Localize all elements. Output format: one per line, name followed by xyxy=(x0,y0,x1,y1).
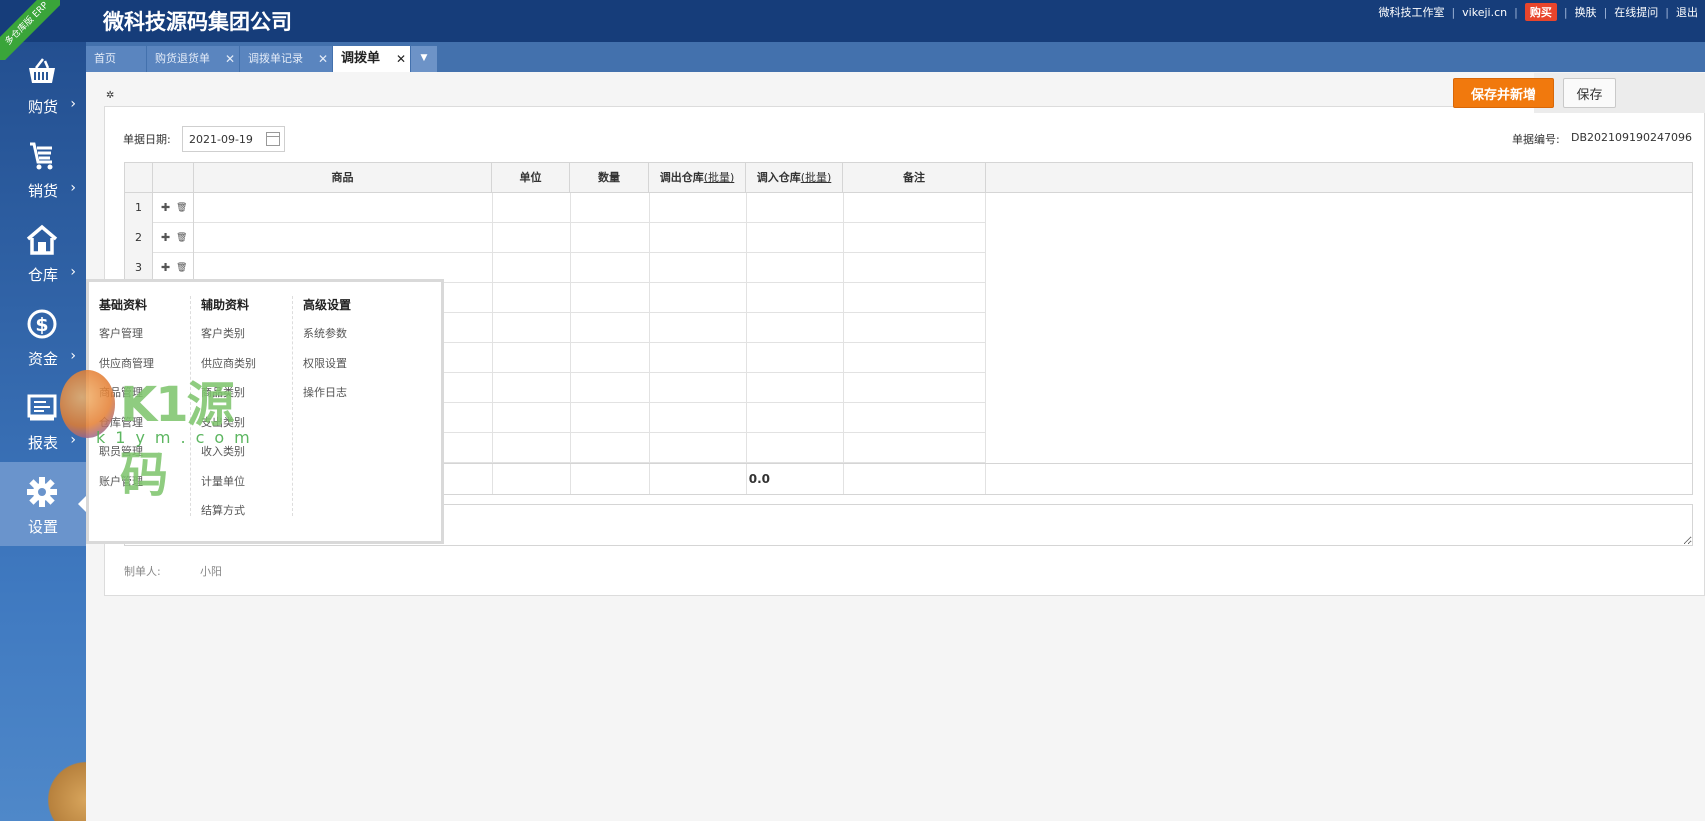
chevron-right-icon: › xyxy=(70,432,76,448)
studio-link[interactable]: 微科技工作室 xyxy=(1371,4,1451,20)
table-row[interactable]: 1 ✚ 🗑 xyxy=(125,193,985,223)
close-icon[interactable]: ✕ xyxy=(225,46,235,72)
add-row-icon[interactable]: ✚ xyxy=(161,193,170,223)
menu-item-warehouses[interactable]: 仓库管理 xyxy=(99,414,199,444)
date-value: 2021-09-19 xyxy=(189,133,253,146)
skin-link[interactable]: 换肤 xyxy=(1568,4,1604,20)
warehouse-icon xyxy=(26,224,58,255)
chevron-down-icon[interactable]: ▼ xyxy=(411,46,437,72)
chevron-right-icon: › xyxy=(70,96,76,112)
tab-label: 调拨单记录 xyxy=(248,52,303,65)
menu-group-title: 基础资料 xyxy=(99,298,148,312)
menu-item-goods[interactable]: 商品管理 xyxy=(99,384,199,414)
menu-item-units[interactable]: 计量单位 xyxy=(201,473,301,503)
menu-item-staff[interactable]: 职员管理 xyxy=(99,443,199,473)
save-button[interactable]: 保存 xyxy=(1563,78,1616,108)
close-icon[interactable]: ✕ xyxy=(318,46,328,72)
sidebar-item-sales[interactable]: 销货 › xyxy=(0,126,86,210)
menu-group-advanced: 高级设置 系统参数 权限设置 操作日志 xyxy=(303,296,403,414)
basket-icon xyxy=(29,58,55,83)
top-links: 微科技工作室 | vikeji.cn | 购买 | 换肤 | 在线提问 | 退出 xyxy=(1371,3,1705,21)
col-qty: 数量 xyxy=(570,163,649,192)
grid-header: 商品 单位 数量 调出仓库(批量) 调入仓库(批量) 备注 xyxy=(125,163,1692,193)
row-number: 2 xyxy=(125,223,153,253)
chevron-right-icon: › xyxy=(70,348,76,364)
tab-transfer-order[interactable]: 调拨单 ✕ xyxy=(333,46,410,72)
tab-label: 购货退货单 xyxy=(155,52,210,65)
menu-item-permissions[interactable]: 权限设置 xyxy=(303,355,403,385)
edition-ribbon: 多仓库版 ERP xyxy=(0,0,60,60)
top-header: 微科技源码集团公司 微科技工作室 | vikeji.cn | 购买 | 换肤 |… xyxy=(0,0,1705,42)
buy-button[interactable]: 购买 xyxy=(1524,3,1557,21)
ask-link[interactable]: 在线提问 xyxy=(1607,4,1665,20)
menu-group-aux: 辅助资料 客户类别 供应商类别 商品类别 支出类别 收入类别 计量单位 结算方式 xyxy=(201,296,301,532)
row-number: 1 xyxy=(125,193,153,223)
menu-item-customer-types[interactable]: 客户类别 xyxy=(201,325,301,355)
date-input[interactable]: 2021-09-19 xyxy=(182,126,285,152)
gear-icon xyxy=(27,477,57,507)
doc-number-label: 单据编号: xyxy=(1512,133,1560,146)
save-and-new-button[interactable]: 保存并新增 xyxy=(1453,78,1554,108)
dollar-icon: $ xyxy=(27,309,57,339)
tab-home[interactable]: 首页 xyxy=(86,46,146,72)
menu-item-expense-types[interactable]: 支出类别 xyxy=(201,414,301,444)
cart-icon xyxy=(30,142,53,170)
company-name: 微科技源码集团公司 xyxy=(103,10,292,34)
sidebar-item-funds[interactable]: $ 资金 › xyxy=(0,294,86,378)
menu-item-accounts[interactable]: 账户管理 xyxy=(99,473,199,503)
maker-label: 制单人: xyxy=(124,565,161,578)
batch-link[interactable]: (批量) xyxy=(801,171,832,184)
add-row-icon[interactable]: ✚ xyxy=(161,223,170,253)
sidebar-item-warehouse[interactable]: 仓库 › xyxy=(0,210,86,294)
tab-label: 首页 xyxy=(94,52,116,65)
menu-item-system-params[interactable]: 系统参数 xyxy=(303,325,403,355)
menu-item-goods-types[interactable]: 商品类别 xyxy=(201,384,301,414)
menu-item-supplier-types[interactable]: 供应商类别 xyxy=(201,355,301,385)
menu-item-operation-log[interactable]: 操作日志 xyxy=(303,384,403,414)
col-goods: 商品 xyxy=(194,163,492,192)
menu-item-suppliers[interactable]: 供应商管理 xyxy=(99,355,199,385)
calendar-icon[interactable] xyxy=(266,132,280,146)
menu-group-basic: 基础资料 客户管理 供应商管理 商品管理 仓库管理 职员管理 账户管理 xyxy=(99,296,199,502)
tab-bar: 首页 购货退货单 ✕ 调拨单记录 ✕ 调拨单 ✕ ▼ xyxy=(86,42,1705,72)
sidebar-item-settings[interactable]: 设置 xyxy=(0,462,86,546)
chevron-right-icon: › xyxy=(70,180,76,196)
report-icon xyxy=(27,394,57,421)
trash-icon[interactable]: 🗑 xyxy=(176,193,187,223)
doc-number-value: DB202109190247096 xyxy=(1571,131,1692,144)
close-icon[interactable]: ✕ xyxy=(396,46,406,72)
site-link[interactable]: vikeji.cn xyxy=(1455,6,1514,19)
menu-group-title: 高级设置 xyxy=(303,298,352,312)
chevron-right-icon: › xyxy=(70,264,76,280)
tab-transfer-records[interactable]: 调拨单记录 ✕ xyxy=(240,46,332,72)
sidebar-item-reports[interactable]: 报表 › xyxy=(0,378,86,462)
sidebar: 购货 › 销货 › 仓库 › $ 资金 › 报表 › 设置 xyxy=(0,42,86,821)
col-remark: 备注 xyxy=(843,163,986,192)
sidebar-item-label: 设置 xyxy=(27,518,58,536)
decorative-image xyxy=(48,751,86,821)
tab-label: 调拨单 xyxy=(341,51,381,66)
menu-item-income-types[interactable]: 收入类别 xyxy=(201,443,301,473)
col-in-warehouse: 调入仓库(批量) xyxy=(746,163,843,192)
maker-value: 小阳 xyxy=(200,565,222,578)
ribbon-label: 多仓库版 ERP xyxy=(0,0,60,60)
trash-icon[interactable]: 🗑 xyxy=(176,223,187,253)
col-unit: 单位 xyxy=(492,163,570,192)
svg-text:$: $ xyxy=(35,314,48,336)
settings-popup-menu: 基础资料 客户管理 供应商管理 商品管理 仓库管理 职员管理 账户管理 辅助资料… xyxy=(86,279,444,544)
logout-link[interactable]: 退出 xyxy=(1669,4,1705,20)
tab-purchase-return[interactable]: 购货退货单 ✕ xyxy=(147,46,239,72)
batch-link[interactable]: (批量) xyxy=(704,171,735,184)
col-out-warehouse: 调出仓库(批量) xyxy=(649,163,746,192)
menu-item-customers[interactable]: 客户管理 xyxy=(99,325,199,355)
total-quantity: 0.0 xyxy=(748,472,770,486)
table-row[interactable]: 2 ✚ 🗑 xyxy=(125,223,985,253)
menu-group-title: 辅助资料 xyxy=(201,298,250,312)
menu-item-settlement[interactable]: 结算方式 xyxy=(201,502,301,532)
settings-icon[interactable]: ✲ xyxy=(106,90,114,101)
date-label: 单据日期: xyxy=(123,133,171,146)
